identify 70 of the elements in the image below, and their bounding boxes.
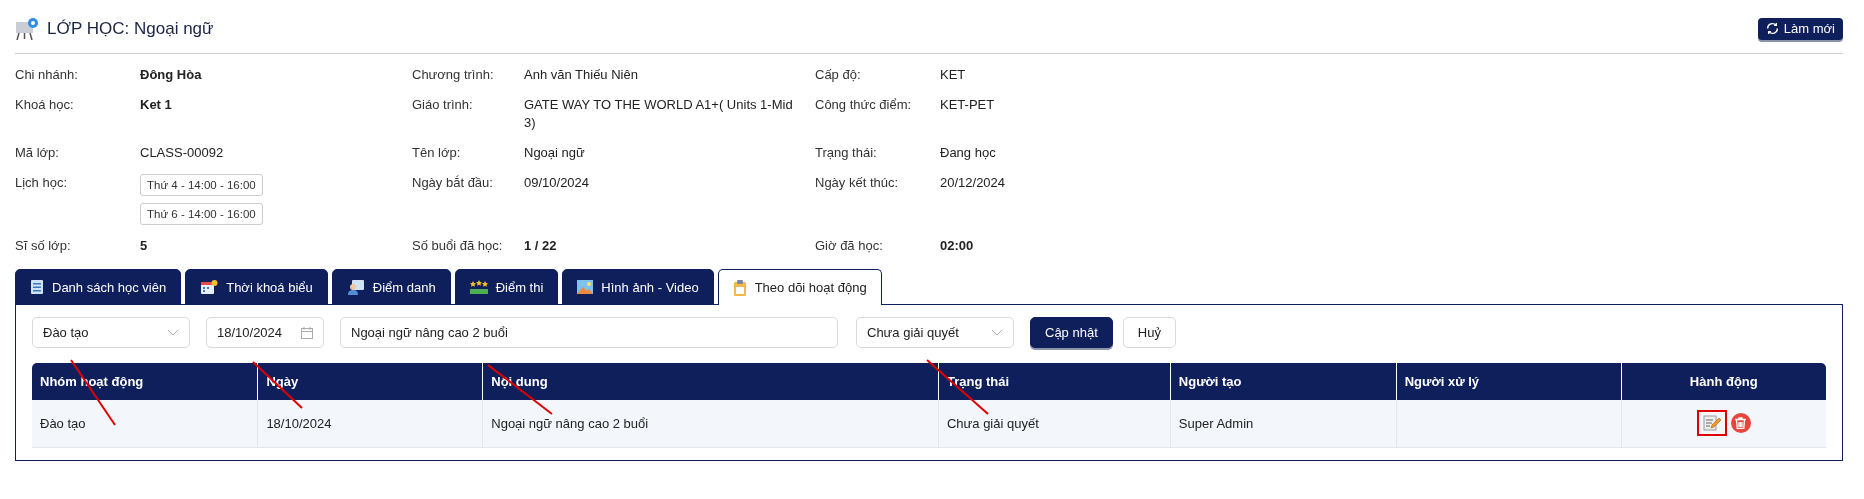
- schedule-tag: Thứ 4 - 14:00 - 16:00: [140, 174, 263, 196]
- field-label: Ngày bắt đầu:: [412, 174, 494, 192]
- field-label: Tên lớp:: [412, 144, 462, 162]
- tab[interactable]: Theo dõi hoạt động: [717, 269, 882, 305]
- table-cell: Super Admin: [1170, 400, 1397, 447]
- field-value: GATE WAY TO THE WORLD A1+( Units 1-Mid 3): [524, 96, 794, 132]
- refresh-button[interactable]: Làm mới: [1757, 17, 1843, 40]
- group-select[interactable]: Đào tạo: [32, 317, 190, 348]
- field-label: Cấp độ:: [815, 66, 862, 84]
- column-header: Người xử lý: [1396, 363, 1622, 400]
- edit-note-icon: [1702, 414, 1721, 433]
- field-value: Đông Hòa: [140, 66, 203, 84]
- refresh-icon: [1765, 22, 1779, 35]
- field-label: Giáo trình:: [412, 96, 474, 114]
- tab[interactable]: Hình ảnh - Video: [562, 269, 714, 305]
- field-label: Công thức điểm:: [815, 96, 913, 114]
- table-cell: Ngoại ngữ nâng cao 2 buổi: [482, 400, 939, 447]
- field-value: 02:00: [940, 237, 975, 255]
- column-header: Hành động: [1621, 363, 1826, 400]
- field-value: Ket 1: [140, 96, 173, 114]
- delete-button[interactable]: [1730, 413, 1751, 434]
- field-label: Mã lớp:: [15, 144, 60, 162]
- calendar-icon: [301, 326, 313, 339]
- calendar-icon: [200, 279, 219, 295]
- field-label: Chương trình:: [412, 66, 495, 84]
- field-label: Số buổi đã học:: [412, 237, 504, 255]
- status-select[interactable]: Chưa giải quyết: [856, 317, 1014, 348]
- field-value: Ngoại ngữ: [524, 144, 586, 162]
- chevron-down-icon: [167, 328, 179, 337]
- field-value: Anh văn Thiếu Niên: [524, 66, 639, 84]
- date-field[interactable]: 18/10/2024: [206, 317, 324, 348]
- table-cell: 18/10/2024: [257, 400, 483, 447]
- table-cell: Chưa giải quyết: [938, 400, 1171, 447]
- annotation-line: [487, 364, 553, 415]
- field-value: 1 / 22: [524, 237, 558, 255]
- column-header: Nội dung: [482, 363, 939, 400]
- tab[interactable]: Điểm danh: [331, 269, 451, 305]
- field-label: Lịch học:: [15, 174, 69, 192]
- cancel-button[interactable]: Huỷ: [1122, 317, 1176, 348]
- tab[interactable]: Điểm thi: [454, 269, 559, 305]
- field-value: KET-PET: [940, 96, 996, 114]
- list-icon: [30, 279, 44, 295]
- image-icon: [577, 280, 594, 294]
- tab[interactable]: Thời khoá biểu: [185, 269, 328, 305]
- schedule-tag: Thứ 6 - 14:00 - 16:00: [140, 203, 263, 225]
- update-button[interactable]: Cập nhật: [1030, 317, 1113, 348]
- field-value: CLASS-00092: [140, 144, 225, 162]
- field-label: Sĩ số lớp:: [15, 237, 72, 255]
- field-label: Ngày kết thúc:: [815, 174, 900, 192]
- trash-icon: [1735, 417, 1747, 430]
- attendance-icon: [346, 279, 365, 295]
- tab[interactable]: Danh sách học viên: [15, 269, 182, 305]
- field-label: Khoá học:: [15, 96, 75, 114]
- stars-icon: [469, 280, 488, 294]
- field-value: KET: [940, 66, 967, 84]
- table-cell: Đào tạo: [32, 400, 258, 447]
- field-label: Chi nhánh:: [15, 66, 79, 84]
- edit-button[interactable]: [1696, 410, 1727, 437]
- content-field[interactable]: Ngoại ngữ nâng cao 2 buổi: [340, 317, 838, 348]
- presentation-board-icon: [15, 17, 39, 40]
- chevron-down-icon: [991, 328, 1003, 337]
- field-label: Giờ đã học:: [815, 237, 884, 255]
- clipboard-icon: [732, 278, 747, 297]
- page-title: LỚP HỌC: Ngoại ngữ: [47, 18, 214, 39]
- field-value: 5: [140, 237, 149, 255]
- column-header: Người tạo: [1170, 363, 1397, 400]
- field-value: 09/10/2024: [524, 174, 591, 192]
- field-label: Trạng thái:: [815, 144, 878, 162]
- field-value: Đang học: [940, 144, 997, 162]
- field-value: 20/12/2024: [940, 174, 1007, 192]
